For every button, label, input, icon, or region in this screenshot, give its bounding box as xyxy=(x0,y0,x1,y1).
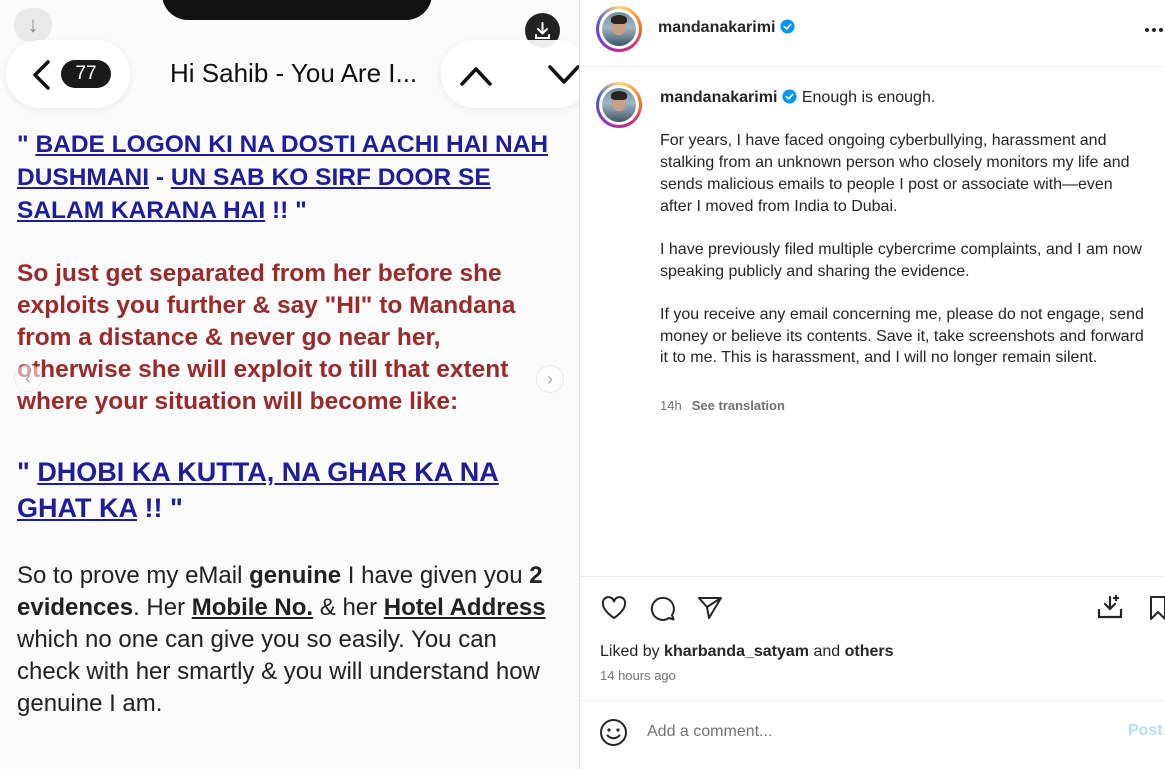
caption-paragraph: I have previously filed multiple cybercr… xyxy=(660,240,1142,280)
phone-notch xyxy=(162,0,432,20)
caption-meta: 14h See translation xyxy=(660,398,785,413)
comment-divider xyxy=(580,700,1165,701)
comment-input[interactable] xyxy=(647,719,1107,745)
heart-icon[interactable] xyxy=(600,594,628,622)
actions-divider xyxy=(580,576,1165,577)
warning-line: otherwise she will exploit to till that … xyxy=(17,356,509,383)
quote-link-4[interactable]: SALAM KARANA HAI xyxy=(17,197,265,224)
post-comment-button[interactable]: Post xyxy=(1128,722,1163,740)
proof-line: genuine I am. xyxy=(17,690,163,717)
post-header-user[interactable]: mandanakarimi xyxy=(658,19,795,37)
header-divider xyxy=(580,66,1165,67)
save-to-collection-icon[interactable] xyxy=(1096,594,1124,622)
quote-mark: " xyxy=(17,131,36,158)
quote-close: !! " xyxy=(136,493,183,523)
caption-paragraph: For years, I have faced ongoing cyberbul… xyxy=(660,132,1130,215)
quote-mark: " xyxy=(17,457,38,487)
message-nav-pill xyxy=(441,40,579,108)
quote-link-3[interactable]: UN SAB KO SIRF DOOR SE xyxy=(171,164,491,191)
email-subject: Hi Sahib - You Are I... xyxy=(170,58,418,88)
quote2-link-2[interactable]: GHAT KA xyxy=(17,493,137,523)
caption-headline: Enough is enough. xyxy=(801,89,936,106)
more-options-icon[interactable] xyxy=(1144,22,1164,38)
warning-line: where your situation will become like: xyxy=(17,388,459,415)
see-translation-link[interactable]: See translation xyxy=(692,398,785,413)
warning-line: So just get separated from her before sh… xyxy=(17,260,502,287)
verified-badge-icon xyxy=(780,19,795,34)
proof-underline: Hotel Address xyxy=(383,594,546,621)
post-caption: mandanakarimi Enough is enough. For year… xyxy=(660,87,1148,391)
proof-text: . Her xyxy=(133,594,192,621)
liked-user-link[interactable]: kharbanda_satyam xyxy=(664,643,809,660)
quote-link-2[interactable]: DUSHMANI xyxy=(17,164,149,191)
liked-and: and xyxy=(809,643,845,660)
caption-avatar[interactable] xyxy=(596,82,642,128)
liked-others-link[interactable]: others xyxy=(845,643,894,660)
proof-text: So to prove my eMail xyxy=(17,562,250,589)
carousel-next-icon[interactable]: › xyxy=(536,365,564,393)
proof-underline: Mobile No. xyxy=(191,594,314,621)
proof-line: check with her smartly & you will unders… xyxy=(17,658,540,685)
username[interactable]: mandanakarimi xyxy=(658,19,775,36)
quote-link-1[interactable]: BADE LOGON KI NA DOSTI AACHI HAI NAH xyxy=(35,131,548,158)
quote-close: !! " xyxy=(265,197,307,224)
caption-username[interactable]: mandanakarimi xyxy=(660,89,777,106)
proof-bold: genuine xyxy=(249,562,342,589)
proof-text: I have given you xyxy=(341,562,530,589)
quote-block-2: " DHOBI KA KUTTA, NA GHAR KA NA GHAT KA … xyxy=(17,454,579,526)
avatar[interactable] xyxy=(596,6,642,52)
proof-bold: 2 xyxy=(529,562,543,589)
warning-paragraph: So just get separated from her before sh… xyxy=(17,258,579,418)
proof-line: which no one can give you so easily. You… xyxy=(17,626,497,653)
quote-separator: - xyxy=(149,164,171,191)
back-chevron-icon[interactable] xyxy=(28,58,56,92)
chevron-down-icon[interactable] xyxy=(545,58,579,92)
carousel-prev-icon[interactable]: ‹ xyxy=(14,364,42,392)
quote2-link-1[interactable]: DHOBI KA KUTTA, NA GHAR KA NA xyxy=(37,457,498,487)
paper-plane-icon[interactable] xyxy=(696,594,724,622)
proof-paragraph: So to prove my eMail genuine I have give… xyxy=(17,560,579,720)
email-screenshot-image: ↓ 77 Hi Sahib - You Are I... " BADE LOGO… xyxy=(0,0,579,769)
warning-line: from a distance & never go near her, xyxy=(17,324,441,351)
bookmark-icon[interactable] xyxy=(1146,594,1165,622)
quote-block-1: " BADE LOGON KI NA DOSTI AACHI HAI NAH D… xyxy=(17,128,579,227)
comment-bubble-icon[interactable] xyxy=(648,594,676,622)
message-count-badge: 77 xyxy=(61,60,111,88)
caption-paragraph: If you receive any email concerning me, … xyxy=(660,305,1144,367)
down-arrow-icon: ↓ xyxy=(14,8,52,42)
emoji-icon[interactable] xyxy=(599,718,628,747)
verified-badge-icon xyxy=(782,89,797,104)
proof-bold: evidences xyxy=(17,594,134,621)
warning-line: exploits you further & say "HI" to Manda… xyxy=(17,292,516,319)
proof-text: & her xyxy=(313,594,384,621)
post-timestamp[interactable]: 14 hours ago xyxy=(600,668,676,683)
back-pill[interactable]: 77 xyxy=(6,40,130,108)
post-panel: mandanakarimi mandanakarimi Enough is en… xyxy=(579,0,1165,769)
caption-age[interactable]: 14h xyxy=(660,398,682,413)
chevron-up-icon[interactable] xyxy=(457,58,495,92)
likes-summary: Liked by kharbanda_satyam and others xyxy=(600,643,894,661)
liked-prefix: Liked by xyxy=(600,643,665,660)
